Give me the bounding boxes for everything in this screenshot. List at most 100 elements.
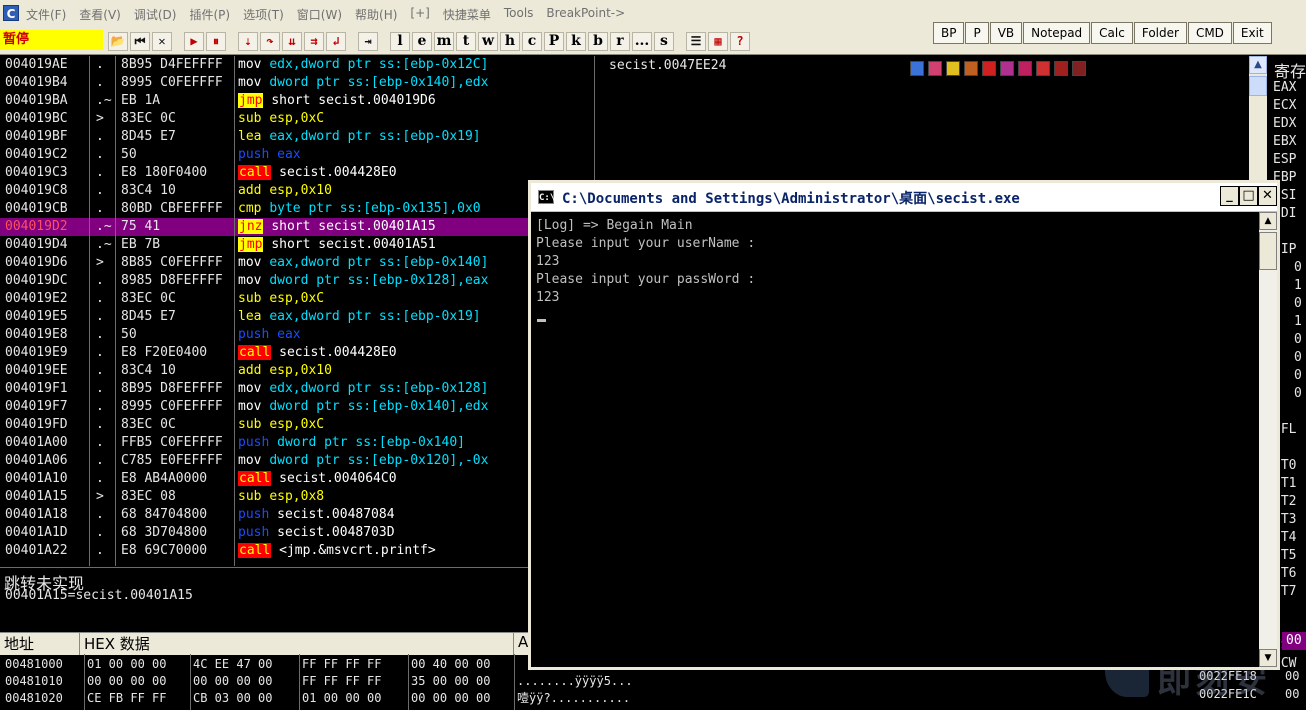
jump-marker: . xyxy=(96,543,104,558)
dump-column-divider[interactable] xyxy=(408,654,409,710)
jump-marker: .~ xyxy=(96,219,112,234)
quick-button-p[interactable]: P xyxy=(965,22,989,44)
menu-item[interactable]: 窗口(W) xyxy=(297,6,342,23)
minimize-button[interactable]: _ xyxy=(1220,186,1239,206)
plugin-icon[interactable] xyxy=(1054,61,1068,76)
mnemonic: lea xyxy=(238,309,262,324)
quick-button-notepad[interactable]: Notepad xyxy=(1023,22,1091,44)
dump-column-divider[interactable] xyxy=(299,654,300,710)
console-scroll-thumb[interactable] xyxy=(1259,232,1277,270)
instruction-address: 004019D6 xyxy=(5,255,68,270)
step-over-icon[interactable]: ↷ xyxy=(260,31,280,51)
window-button-10[interactable]: r xyxy=(610,31,630,51)
window-button-6[interactable]: c xyxy=(522,31,542,51)
menu-item[interactable]: 插件(P) xyxy=(189,6,230,23)
window-button-7[interactable]: P xyxy=(544,31,564,51)
column-divider[interactable] xyxy=(234,56,235,566)
console-app-icon[interactable]: C:\ xyxy=(538,190,555,204)
menu-item[interactable]: 快捷菜单 xyxy=(443,6,491,23)
menu-item[interactable]: Tools xyxy=(504,6,534,23)
register-name: EDX xyxy=(1273,116,1297,131)
dump-row[interactable]: 00481020 CE FB FF FF CB 03 00 00 01 00 00 0… xyxy=(0,690,670,706)
help-icon[interactable]: ? xyxy=(730,31,750,51)
appearance-icon[interactable]: ▦ xyxy=(708,31,728,51)
quick-button-calc[interactable]: Calc xyxy=(1091,22,1133,44)
console-titlebar[interactable]: C:\ C:\Documents and Settings\Administra… xyxy=(531,183,1277,212)
close-button[interactable]: ✕ xyxy=(1258,186,1277,206)
dump-header-hex[interactable]: HEX 数据 xyxy=(80,633,514,655)
mnemonic: push xyxy=(238,147,270,162)
scroll-thumb[interactable] xyxy=(1249,76,1267,96)
open-file-icon[interactable]: 📂 xyxy=(108,31,128,51)
quick-button-vb[interactable]: VB xyxy=(989,22,1023,44)
run-icon[interactable]: ▶ xyxy=(184,31,204,51)
goto-address-icon[interactable]: ⇥ xyxy=(358,31,378,51)
dump-header-address[interactable]: 地址 xyxy=(0,633,80,655)
plugin-icon[interactable] xyxy=(928,61,942,76)
scroll-up-arrow-icon[interactable]: ▲ xyxy=(1259,212,1277,230)
window-button-11[interactable]: ... xyxy=(632,31,652,51)
ollydbg-app-icon[interactable]: C xyxy=(3,5,19,21)
scroll-down-arrow-icon[interactable]: ▼ xyxy=(1259,649,1277,667)
window-button-3[interactable]: t xyxy=(456,31,476,51)
column-divider[interactable] xyxy=(89,56,90,566)
menu-item[interactable]: [+] xyxy=(410,6,429,23)
quick-button-bp[interactable]: BP xyxy=(933,22,965,44)
opcode-bytes: 83C4 10 xyxy=(121,183,176,198)
menu-item[interactable]: 帮助(H) xyxy=(355,6,397,23)
pause-icon[interactable]: ⏸ xyxy=(206,31,226,51)
instruction-address: 004019FD xyxy=(5,417,68,432)
restart-icon[interactable]: ⏮ xyxy=(130,31,150,51)
dump-column-divider[interactable] xyxy=(84,654,85,710)
dump-addr: 00481020 xyxy=(5,691,63,705)
opcode-bytes: E8 69C70000 xyxy=(121,543,208,558)
window-button-1[interactable]: e xyxy=(412,31,432,51)
window-button-9[interactable]: b xyxy=(588,31,608,51)
console-output[interactable]: [Log] => Begain Main Please input your us… xyxy=(531,212,1259,667)
instruction-address: 00401A10 xyxy=(5,471,68,486)
console-window[interactable]: C:\ C:\Documents and Settings\Administra… xyxy=(528,180,1280,670)
window-button-4[interactable]: w xyxy=(478,31,498,51)
dump-column-divider[interactable] xyxy=(514,654,515,710)
menu-item[interactable]: BreakPoint-> xyxy=(546,6,625,23)
plugin-icon[interactable] xyxy=(1036,61,1050,76)
menu-item[interactable]: 文件(F) xyxy=(26,6,66,23)
plugin-icon[interactable] xyxy=(982,61,996,76)
menu-item[interactable]: 查看(V) xyxy=(79,6,121,23)
dump-ascii: ........ÿÿÿÿ5... xyxy=(517,674,633,688)
window-button-12[interactable]: s xyxy=(654,31,674,51)
console-scrollbar[interactable]: ▲ ▼ xyxy=(1259,212,1277,667)
menu-item[interactable]: 选项(T) xyxy=(243,6,284,23)
step-into-icon[interactable]: ⇣ xyxy=(238,31,258,51)
dump-row[interactable]: 00481010 00 00 00 00 00 00 00 00 FF FF FF F… xyxy=(0,673,670,689)
maximize-button[interactable]: □ xyxy=(1239,186,1258,206)
window-button-5[interactable]: h xyxy=(500,31,520,51)
window-button-8[interactable]: k xyxy=(566,31,586,51)
plugin-icon[interactable] xyxy=(1072,61,1086,76)
quick-button-exit[interactable]: Exit xyxy=(1232,22,1272,44)
menu-item[interactable]: 调试(D) xyxy=(134,6,177,23)
quick-button-folder[interactable]: Folder xyxy=(1133,22,1187,44)
jump-marker: . xyxy=(96,453,104,468)
trace-into-icon[interactable]: ⇊ xyxy=(282,31,302,51)
jump-marker: . xyxy=(96,417,104,432)
scroll-up-arrow-icon[interactable]: ▲ xyxy=(1249,56,1267,74)
plugin-icon[interactable] xyxy=(1000,61,1014,76)
column-divider[interactable] xyxy=(115,56,116,566)
plugin-icon[interactable] xyxy=(946,61,960,76)
options-list-icon[interactable]: ☰ xyxy=(686,31,706,51)
dump-column-divider[interactable] xyxy=(190,654,191,710)
close-program-icon[interactable]: ✕ xyxy=(152,31,172,51)
window-button-2[interactable]: m xyxy=(434,31,454,51)
console-line: [Log] => Begain Main xyxy=(536,218,693,233)
plugin-icon[interactable] xyxy=(964,61,978,76)
plugin-icon[interactable] xyxy=(1018,61,1032,76)
quick-button-cmd[interactable]: CMD xyxy=(1187,22,1232,44)
execute-till-return-icon[interactable]: ↲ xyxy=(326,31,346,51)
window-button-0[interactable]: l xyxy=(390,31,410,51)
mnemonic: push xyxy=(238,525,270,540)
trace-over-icon[interactable]: ⇉ xyxy=(304,31,324,51)
plugin-icon[interactable] xyxy=(910,61,924,76)
jump-marker: .~ xyxy=(96,93,112,108)
instruction-address: 00401A00 xyxy=(5,435,68,450)
